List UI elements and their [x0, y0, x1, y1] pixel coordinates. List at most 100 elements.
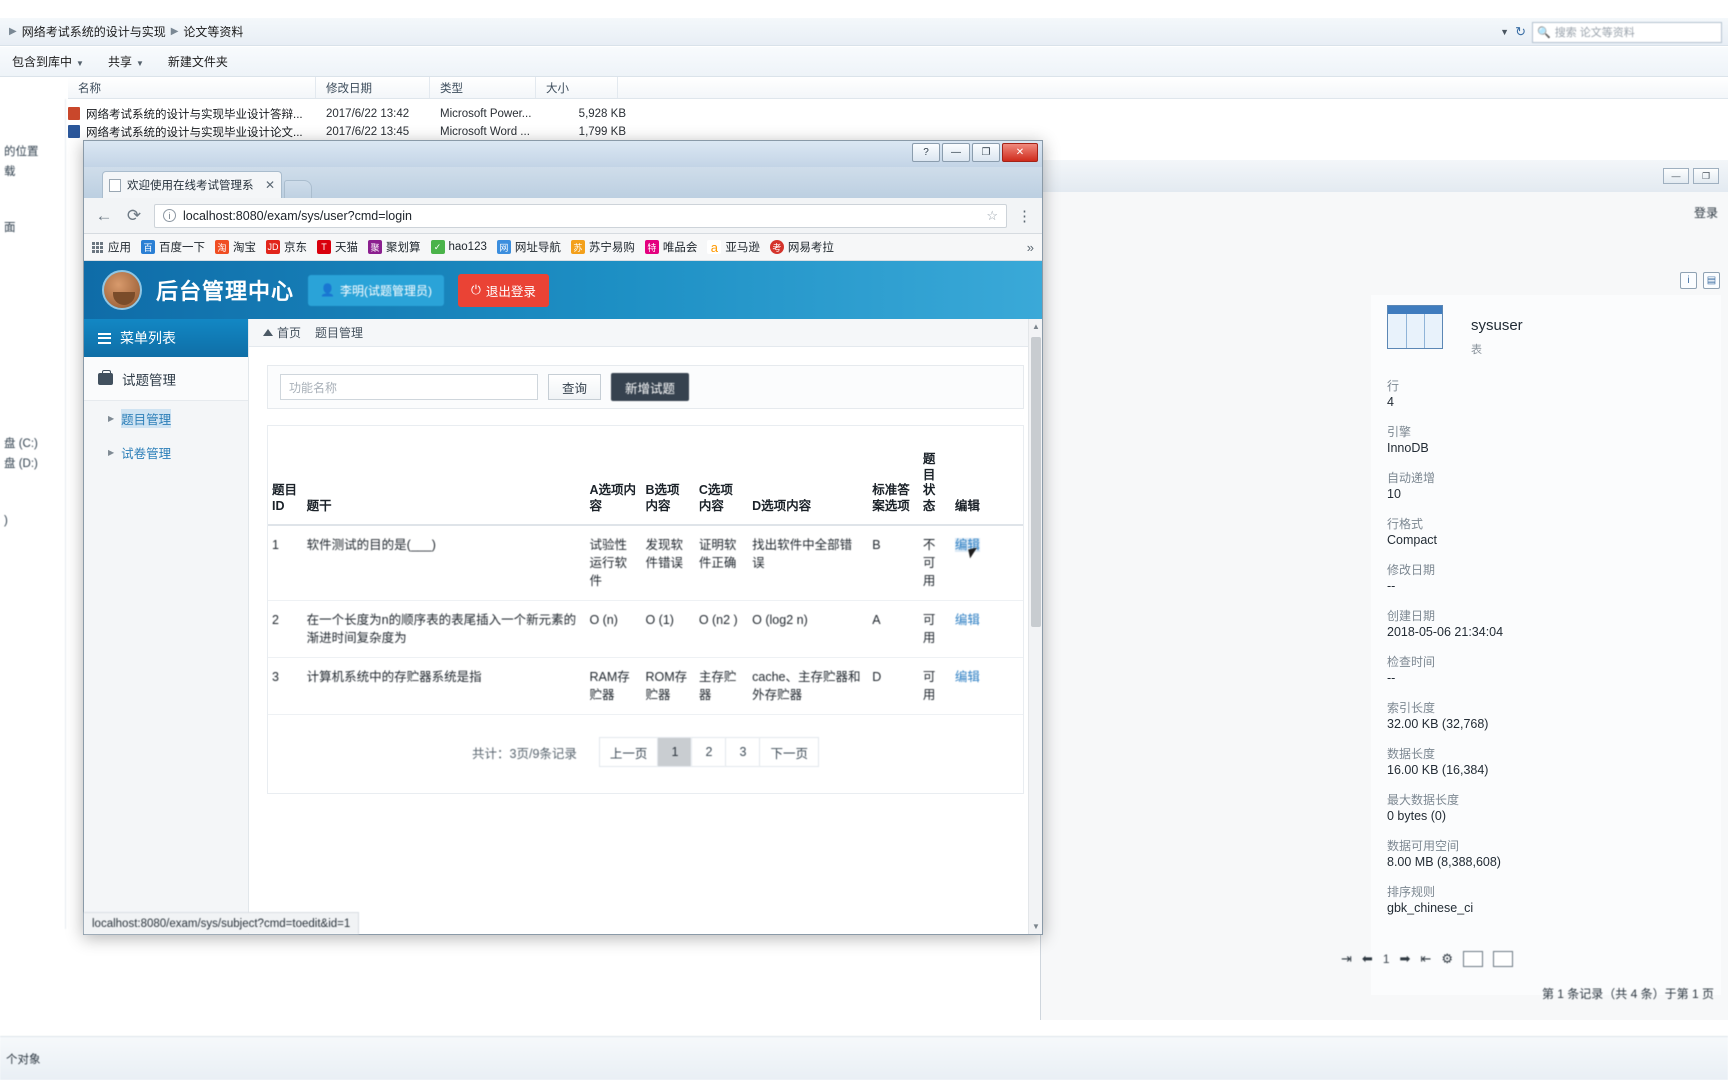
scrollbar-thumb[interactable] — [1031, 337, 1041, 627]
db-toolbar[interactable]: i ▤ — [1680, 272, 1720, 289]
refresh-icon[interactable]: ↻ — [1515, 24, 1526, 40]
bookmark-vip[interactable]: 特 唯品会 — [644, 239, 697, 255]
bookmark-baidu[interactable]: 百 百度一下 — [141, 239, 205, 255]
page-info-icon[interactable]: i — [163, 209, 176, 222]
query-button[interactable]: 查询 — [548, 374, 602, 400]
new-tab-button[interactable] — [284, 180, 312, 198]
explorer-file-row[interactable]: 网络考试系统的设计与实现毕业设计答辩... 2017/6/22 13:42 Mi… — [68, 105, 626, 122]
breadcrumb[interactable]: ▶ 网络考试系统的设计与实现 ▶ 论文等资料 — [0, 23, 243, 40]
column-header-state[interactable]: 题目状态 — [918, 444, 951, 526]
bookmark-jd[interactable]: JD 京东 — [266, 239, 307, 255]
explorer-file-row[interactable]: 网络考试系统的设计与实现毕业设计论文... 2017/6/22 13:45 Mi… — [68, 123, 626, 140]
edit-link[interactable]: 编辑 — [954, 537, 980, 552]
toolbar-share[interactable]: 共享 ▼ — [96, 53, 156, 70]
sidebar-item-paper-management[interactable]: ▶ 试卷管理 — [84, 435, 248, 469]
column-header-option-a[interactable]: A选项内容 — [585, 444, 642, 526]
panel-toggle-icon[interactable]: ▤ — [1703, 272, 1720, 289]
bookmark-amazon[interactable]: a 亚马逊 — [707, 239, 760, 255]
minimize-button[interactable]: — — [1663, 168, 1689, 184]
column-header-option-c[interactable]: C选项内容 — [694, 444, 749, 526]
column-header-edit[interactable]: 编辑 — [950, 444, 1023, 526]
chevron-down-icon[interactable]: ▼ — [1500, 27, 1509, 37]
nav-item-2[interactable]: 面 — [0, 217, 65, 237]
db-current-page[interactable]: 1 — [1383, 952, 1390, 966]
explorer-toolbar[interactable]: 包含到库中 ▼ 共享 ▼ 新建文件夹 — [0, 47, 1728, 77]
nav-item-4[interactable]: 盘 (D:) — [0, 453, 65, 473]
tab-close-icon[interactable]: ✕ — [265, 178, 275, 192]
bookmark-taobao[interactable]: 淘 淘宝 — [215, 239, 256, 255]
first-record-icon[interactable]: ⇥ — [1341, 951, 1352, 967]
pagination-page-2[interactable]: 2 — [691, 737, 726, 768]
toolbar-include-in-library[interactable]: 包含到库中 ▼ — [0, 53, 96, 70]
info-icon[interactable]: i — [1680, 272, 1697, 289]
pagination-page-1[interactable]: 1 — [657, 737, 692, 768]
sidebar-item-question-management[interactable]: ▶ 题目管理 — [84, 401, 248, 435]
back-icon[interactable]: ← — [94, 206, 114, 226]
bookmark-nav[interactable]: 网 网址导航 — [496, 239, 561, 255]
page-scrollbar[interactable]: ▲ ▼ — [1028, 319, 1042, 934]
nav-item-5[interactable]: ) — [0, 513, 65, 529]
prev-record-icon[interactable]: ⬅ — [1362, 951, 1373, 967]
bookmark-hao123[interactable]: ✓ hao123 — [430, 240, 487, 254]
next-record-icon[interactable]: ➡ — [1400, 951, 1411, 967]
column-header-name[interactable]: 名称 — [68, 77, 316, 98]
form-view-icon[interactable] — [1492, 951, 1513, 967]
chrome-tabstrip[interactable]: 欢迎使用在线考试管理系 ✕ — [84, 167, 1042, 198]
column-header-option-b[interactable]: B选项内容 — [641, 444, 695, 526]
new-question-button[interactable]: 新增试题 — [611, 373, 690, 401]
reload-icon[interactable]: ⟳ — [124, 206, 144, 226]
column-header-answer[interactable]: 标准答案选项 — [868, 444, 919, 526]
table-row[interactable]: 2 在一个长度为n的顺序表的表尾插入一个新元素的渐进时间复杂度为 O (n) O… — [268, 600, 1023, 659]
nav-item-3[interactable]: 盘 (C:) — [0, 433, 65, 453]
pagination-prev-button[interactable]: 上一页 — [598, 737, 658, 768]
column-header-size[interactable]: 大小 — [536, 77, 618, 98]
column-header-stem[interactable]: 题干 — [302, 444, 586, 526]
browser-tab[interactable]: 欢迎使用在线考试管理系 ✕ — [102, 171, 282, 198]
explorer-address-bar[interactable]: ▶ 网络考试系统的设计与实现 ▶ 论文等资料 ▼ ↻ 🔍 搜索 论文等资料 — [0, 18, 1728, 46]
chrome-omnibox-bar[interactable]: ← ⟳ i localhost:8080/exam/sys/user?cmd=l… — [84, 198, 1042, 234]
window-maximize-button[interactable]: ❐ — [972, 143, 1000, 162]
window-close-button[interactable]: ✕ — [1002, 143, 1038, 162]
column-header-option-d[interactable]: D选项内容 — [748, 444, 869, 526]
db-record-navigator[interactable]: ⇥ ⬅ 1 ➡ ⇤ ⚙ — [1341, 946, 1728, 972]
scroll-up-icon[interactable]: ▲ — [1032, 322, 1040, 331]
bookmark-juhuasuan[interactable]: 聚 聚划算 — [368, 239, 421, 255]
current-user-button[interactable]: 👤 李明(试题管理员) — [308, 274, 444, 306]
edit-link[interactable]: 编辑 — [955, 670, 980, 684]
bookmark-apps[interactable]: 应用 — [92, 239, 131, 255]
pagination-next-button[interactable]: 下一页 — [759, 737, 819, 768]
db-login-link[interactable]: 登录 — [1694, 204, 1718, 221]
bookmark-kaola[interactable]: 考 网易考拉 — [769, 239, 834, 255]
logout-button[interactable]: ⏻ 退出登录 — [457, 273, 549, 307]
window-help-button[interactable]: ? — [912, 143, 940, 162]
bookmark-star-icon[interactable]: ☆ — [986, 208, 998, 224]
cell-edit[interactable]: 编辑 — [950, 657, 1023, 716]
sidebar-group-exam[interactable]: 试题管理 — [84, 357, 248, 401]
column-header-type[interactable]: 类型 — [430, 77, 536, 98]
breadcrumb-home[interactable]: 首页 — [263, 324, 301, 341]
edit-link[interactable]: 编辑 — [955, 613, 980, 627]
window-minimize-button[interactable]: — — [942, 143, 970, 162]
nav-item-0[interactable]: 的位置 — [0, 141, 65, 161]
sidebar-header[interactable]: 菜单列表 — [84, 319, 248, 357]
breadcrumb-item-1[interactable]: 论文等资料 — [183, 23, 243, 40]
bookmark-suning[interactable]: 苏 苏宁易购 — [570, 239, 635, 255]
gear-icon[interactable]: ⚙ — [1441, 951, 1453, 967]
nav-item-1[interactable]: 载 — [0, 161, 65, 181]
search-input[interactable]: 功能名称 — [280, 374, 538, 400]
address-input[interactable]: i localhost:8080/exam/sys/user?cmd=login… — [154, 203, 1007, 228]
column-header-id[interactable]: 题目ID — [268, 444, 303, 526]
bookmark-tmall[interactable]: T 天猫 — [317, 239, 358, 255]
explorer-navigation-pane[interactable]: 的位置 载 面 盘 (C:) 盘 (D:) ) — [0, 99, 66, 929]
grid-view-icon[interactable] — [1462, 951, 1483, 967]
breadcrumb-item-0[interactable]: 网络考试系统的设计与实现 — [22, 23, 166, 40]
table-row[interactable]: 1 软件测试的目的是(___) 试验性运行软件 发现软件错误 证明软件正确 找出… — [268, 524, 1023, 601]
toolbar-new-folder[interactable]: 新建文件夹 — [156, 53, 240, 70]
maximize-button[interactable]: ❐ — [1693, 168, 1719, 184]
bookmarks-bar[interactable]: 应用 百 百度一下 淘 淘宝 JD 京东 T 天猫 聚 聚划算 ✓ hao123… — [84, 234, 1042, 261]
cell-edit[interactable]: 编辑 — [950, 600, 1023, 659]
cell-edit[interactable]: 编辑 — [950, 524, 1023, 601]
pagination-page-3[interactable]: 3 — [725, 737, 760, 768]
column-header-date[interactable]: 修改日期 — [316, 77, 430, 98]
scroll-down-icon[interactable]: ▼ — [1032, 922, 1040, 931]
